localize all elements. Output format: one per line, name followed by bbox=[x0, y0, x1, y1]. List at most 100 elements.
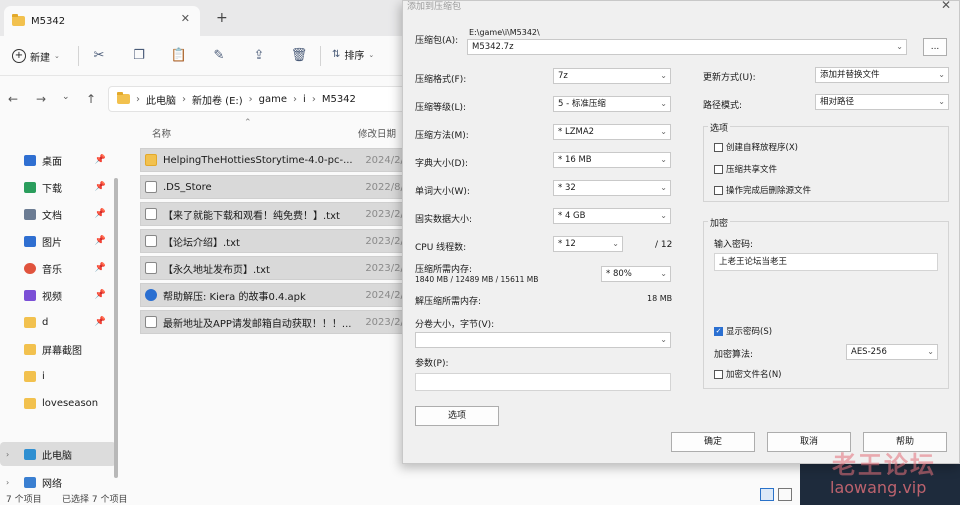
file-row[interactable]: 【永久地址发布页】.txt 2023/2/2 bbox=[140, 256, 410, 280]
copy-icon[interactable]: ❐ bbox=[130, 47, 148, 65]
close-icon[interactable]: ✕ bbox=[181, 12, 190, 25]
file-row[interactable]: HelpingTheHottiesStorytime-4.0-pc-... 20… bbox=[140, 148, 410, 172]
back-arrow-icon[interactable]: ← bbox=[8, 92, 18, 106]
address-bar[interactable]: › 此电脑 › 新加卷 (E:) › game › i › M5342 bbox=[108, 86, 410, 112]
sidebar-item-music[interactable]: 音乐 📌 bbox=[0, 256, 116, 280]
breadcrumb[interactable]: M5342 bbox=[322, 94, 356, 105]
file-row[interactable]: 最新地址及APP请发邮箱自动获取！！！... 2023/2/2 bbox=[140, 310, 410, 334]
solid-select[interactable]: * 4 GB ⌄ bbox=[553, 208, 671, 224]
file-icon bbox=[145, 316, 157, 328]
sidebar-item-label: 文档 bbox=[42, 210, 62, 222]
file-row[interactable]: 帮助解压: Kiera 的故事0.4.apk 2024/2/1 bbox=[140, 283, 410, 307]
method-select[interactable]: * LZMA2 ⌄ bbox=[553, 124, 671, 140]
sidebar-item-label: 屏幕截图 bbox=[42, 345, 82, 357]
toolbar-divider bbox=[320, 46, 321, 66]
sfx-checkbox[interactable]: 创建自释放程序(X) bbox=[714, 141, 798, 153]
show-password-checkbox[interactable]: ✓ 显示密码(S) bbox=[714, 325, 772, 337]
encrypt-names-checkbox[interactable]: 加密文件名(N) bbox=[714, 368, 782, 380]
delete-icon[interactable]: 🗑 bbox=[290, 47, 308, 65]
up-arrow-icon[interactable]: ↑ bbox=[86, 92, 96, 106]
sidebar-item-desktop[interactable]: 桌面 📌 bbox=[0, 148, 116, 172]
folder-icon bbox=[24, 343, 36, 355]
sidebar-item-downloads[interactable]: 下载 📌 bbox=[0, 175, 116, 199]
paste-icon[interactable]: 📋 bbox=[170, 47, 188, 65]
file-row[interactable]: 【来了就能下载和观看！纯免费！】.txt 2023/2/2 bbox=[140, 202, 410, 226]
params-label: 参数(P): bbox=[415, 359, 449, 369]
split-combo[interactable]: ⌄ bbox=[415, 332, 671, 348]
watermark-logo: 老王论坛 bbox=[832, 451, 936, 479]
password-label: 输入密码: bbox=[714, 240, 754, 250]
sidebar-item-pictures[interactable]: 图片 📌 bbox=[0, 229, 116, 253]
status-bar: 7 个项目 已选择 7 个项目 bbox=[0, 490, 410, 505]
chevron-right-icon: › bbox=[6, 449, 10, 459]
column-name-header[interactable]: 名称 bbox=[152, 126, 171, 140]
pin-icon: 📌 bbox=[94, 317, 106, 327]
cut-icon[interactable]: ✂ bbox=[90, 47, 108, 65]
sidebar-item-d[interactable]: d 📌 bbox=[0, 310, 116, 334]
recent-chevron-icon[interactable]: ⌄ bbox=[62, 92, 70, 102]
path-select[interactable]: 相对路径 ⌄ bbox=[815, 94, 949, 110]
sidebar-item-screenshots[interactable]: 屏幕截图 bbox=[0, 337, 116, 361]
tiles-view-icon[interactable] bbox=[778, 488, 792, 501]
close-icon[interactable]: ✕ bbox=[941, 0, 951, 12]
new-button[interactable]: + 新建 ⌄ bbox=[8, 43, 70, 69]
params-input[interactable] bbox=[415, 373, 671, 391]
update-select[interactable]: 添加并替换文件 ⌄ bbox=[815, 67, 949, 83]
encryption-group-title: 加密 bbox=[708, 216, 731, 229]
file-row[interactable]: 【论坛介绍】.txt 2023/2/2 bbox=[140, 229, 410, 253]
shared-checkbox[interactable]: 压缩共享文件 bbox=[714, 163, 777, 175]
network-icon bbox=[24, 476, 36, 488]
format-label: 压缩格式(F): bbox=[415, 75, 467, 85]
level-label: 压缩等级(L): bbox=[415, 103, 467, 113]
command-bar: + 新建 ⌄ ✂ ❐ 📋 ✎ ⇪ 🗑 ⇅ 排序 ⌄ bbox=[0, 36, 410, 76]
format-select[interactable]: 7z ⌄ bbox=[553, 68, 671, 84]
sidebar-item-i[interactable]: i bbox=[0, 364, 116, 388]
solid-value: * 4 GB bbox=[558, 211, 586, 221]
forward-arrow-icon[interactable]: → bbox=[36, 92, 46, 106]
video-icon bbox=[24, 289, 36, 301]
archive-name-combo[interactable]: M5342.7z ⌄ bbox=[467, 39, 907, 55]
password-input[interactable]: 上老王论坛当老王 bbox=[714, 253, 938, 271]
level-value: 5 - 标准压缩 bbox=[558, 99, 606, 109]
level-select[interactable]: 5 - 标准压缩 ⌄ bbox=[553, 96, 671, 112]
sidebar-item-loveseason[interactable]: loveseason bbox=[0, 391, 116, 415]
file-icon bbox=[145, 181, 157, 193]
word-select[interactable]: * 32 ⌄ bbox=[553, 180, 671, 196]
new-tab-button[interactable]: + bbox=[216, 10, 228, 26]
enc-method-select[interactable]: AES-256 ⌄ bbox=[846, 344, 938, 360]
text-file-icon bbox=[145, 235, 157, 247]
column-date-header[interactable]: 修改日期 bbox=[358, 126, 396, 140]
options-button[interactable]: 选项 bbox=[415, 406, 499, 426]
sidebar-item-label: i bbox=[42, 370, 45, 382]
word-value: * 32 bbox=[558, 183, 576, 193]
mem-select[interactable]: * 80% ⌄ bbox=[601, 266, 671, 282]
column-header: 名称 ⌃ 修改日期 bbox=[140, 118, 410, 140]
file-name: 【永久地址发布页】.txt bbox=[163, 264, 270, 276]
chevron-down-icon: ⌄ bbox=[660, 269, 667, 278]
sidebar-item-videos[interactable]: 视频 📌 bbox=[0, 283, 116, 307]
dict-select[interactable]: * 16 MB ⌄ bbox=[553, 152, 671, 168]
file-name: HelpingTheHottiesStorytime-4.0-pc-... bbox=[163, 154, 353, 166]
mem-detail: 1840 MB / 12489 MB / 15611 MB bbox=[415, 275, 539, 284]
breadcrumb[interactable]: game bbox=[259, 94, 287, 105]
apk-icon bbox=[145, 289, 157, 301]
format-value: 7z bbox=[558, 71, 568, 81]
sidebar-item-this-pc[interactable]: › 此电脑 bbox=[0, 442, 116, 466]
rename-icon[interactable]: ✎ bbox=[210, 47, 228, 65]
share-icon[interactable]: ⇪ bbox=[250, 47, 268, 65]
cpu-select[interactable]: * 12 ⌄ bbox=[553, 236, 623, 252]
breadcrumb[interactable]: 此电脑 bbox=[146, 92, 176, 107]
method-value: * LZMA2 bbox=[558, 127, 595, 137]
tab-m5342[interactable]: M5342 ✕ bbox=[4, 6, 200, 36]
delete-checkbox[interactable]: 操作完成后删除源文件 bbox=[714, 184, 811, 196]
browse-button[interactable]: ... bbox=[923, 38, 947, 56]
sort-button[interactable]: ⇅ 排序 ⌄ bbox=[332, 47, 374, 62]
file-row[interactable]: .DS_Store 2022/8/1 bbox=[140, 175, 410, 199]
sidebar-scrollbar[interactable] bbox=[114, 178, 118, 478]
details-view-icon[interactable] bbox=[760, 488, 774, 501]
breadcrumb[interactable]: i bbox=[303, 94, 306, 105]
sidebar-item-documents[interactable]: 文档 📌 bbox=[0, 202, 116, 226]
breadcrumb[interactable]: 新加卷 (E:) bbox=[192, 92, 243, 107]
checkbox-box bbox=[714, 142, 723, 152]
ok-button[interactable]: 确定 bbox=[671, 432, 755, 452]
